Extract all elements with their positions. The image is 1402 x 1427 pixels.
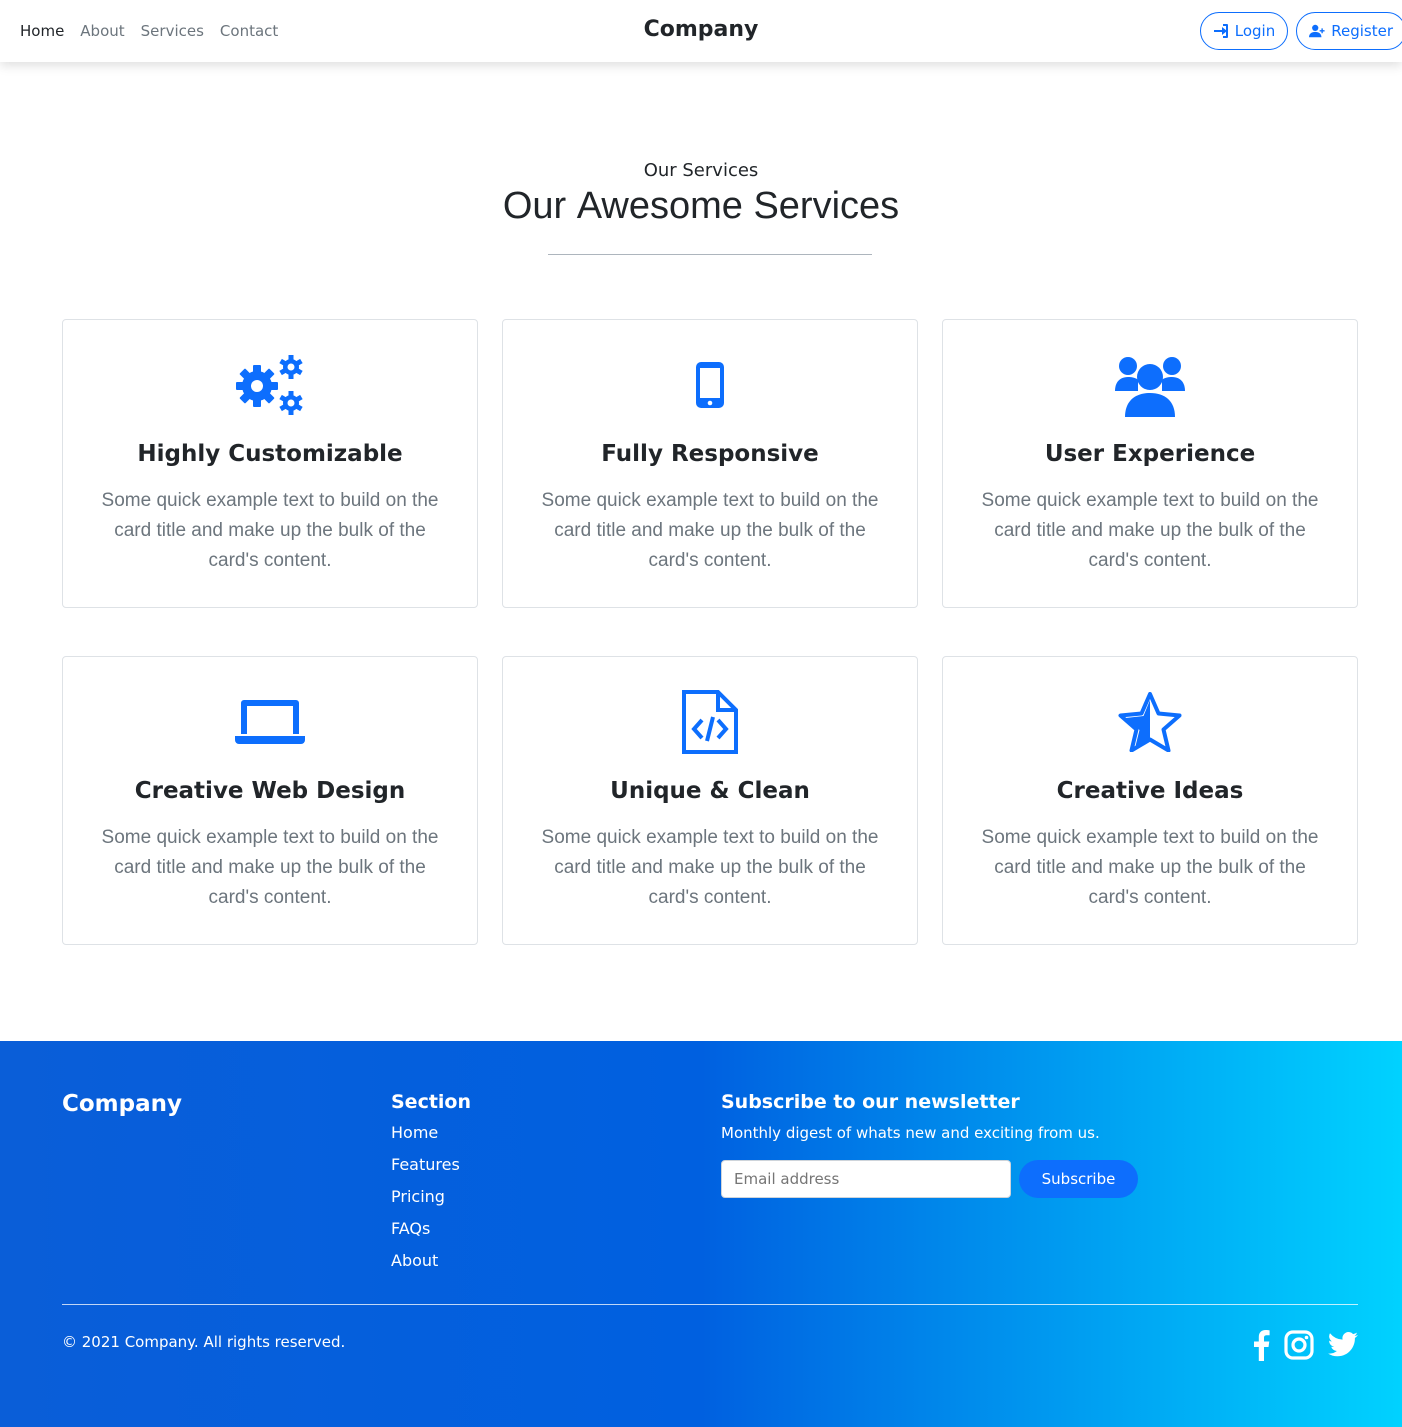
navbar-brand[interactable]: Company xyxy=(0,17,1402,42)
user-plus-icon xyxy=(1309,24,1325,38)
newsletter-text: Monthly digest of whats new and exciting… xyxy=(721,1124,1100,1142)
navbar: Home About Services Contact Company Logi… xyxy=(0,0,1402,62)
auth-buttons: Login Register xyxy=(1199,12,1402,50)
email-field[interactable] xyxy=(721,1160,1011,1198)
services-title: Our Awesome Services xyxy=(0,185,1402,228)
service-card-user-experience: User Experience Some quick example text … xyxy=(942,319,1358,608)
card-text: Some quick example text to build on the … xyxy=(101,490,439,571)
file-code-icon xyxy=(682,690,738,754)
register-button[interactable]: Register xyxy=(1296,12,1402,50)
footer-divider xyxy=(62,1304,1358,1305)
footer-link-features[interactable]: Features xyxy=(391,1153,460,1185)
facebook-icon[interactable] xyxy=(1252,1329,1270,1361)
newsletter-title: Subscribe to our newsletter xyxy=(721,1091,1020,1113)
service-card-web-design: Creative Web Design Some quick example t… xyxy=(62,656,478,945)
mobile-icon xyxy=(696,362,724,408)
card-text: Some quick example text to build on the … xyxy=(541,490,879,571)
card-title: Unique & Clean xyxy=(610,778,810,804)
login-button[interactable]: Login xyxy=(1199,12,1289,50)
card-title: Highly Customizable xyxy=(137,441,403,467)
instagram-icon[interactable] xyxy=(1284,1330,1314,1360)
services-eyebrow: Our Services xyxy=(643,160,759,181)
twitter-icon[interactable] xyxy=(1328,1332,1358,1358)
social-links xyxy=(1252,1329,1358,1361)
laptop-icon xyxy=(235,700,305,744)
card-text: Some quick example text to build on the … xyxy=(981,490,1319,571)
footer: Company Section Home Features Pricing FA… xyxy=(0,1041,1402,1427)
service-card-unique-clean: Unique & Clean Some quick example text t… xyxy=(502,656,918,945)
service-card-responsive: Fully Responsive Some quick example text… xyxy=(502,319,918,608)
card-text: Some quick example text to build on the … xyxy=(981,827,1319,908)
subscribe-button[interactable]: Subscribe xyxy=(1019,1160,1138,1198)
title-pre: Our xyxy=(502,185,577,227)
card-text: Some quick example text to build on the … xyxy=(541,827,879,908)
users-icon xyxy=(1115,357,1185,417)
copyright-text: © 2021 Company. All rights reserved. xyxy=(62,1333,346,1351)
footer-link-home[interactable]: Home xyxy=(391,1121,460,1153)
title-strong: Awesome xyxy=(576,185,743,227)
footer-links: Home Features Pricing FAQs About xyxy=(391,1121,460,1281)
card-title: Creative Web Design xyxy=(134,778,406,804)
heading-divider xyxy=(548,254,872,255)
card-text: Some quick example text to build on the … xyxy=(101,827,439,908)
footer-brand[interactable]: Company xyxy=(62,1091,182,1117)
footer-link-pricing[interactable]: Pricing xyxy=(391,1185,460,1217)
footer-link-faqs[interactable]: FAQs xyxy=(391,1217,460,1249)
card-title: User Experience xyxy=(1044,441,1256,467)
gears-icon xyxy=(236,355,303,415)
service-card-creative-ideas: Creative Ideas Some quick example text t… xyxy=(942,656,1358,945)
service-card-customizable: Highly Customizable Some quick example t… xyxy=(62,319,478,608)
title-post: Services xyxy=(742,185,900,227)
sign-in-icon xyxy=(1213,24,1228,38)
card-title: Fully Responsive xyxy=(601,441,819,467)
footer-link-about[interactable]: About xyxy=(391,1249,460,1281)
register-label: Register xyxy=(1331,22,1393,40)
footer-section-title: Section xyxy=(391,1091,472,1113)
card-title: Creative Ideas xyxy=(1056,778,1244,804)
login-label: Login xyxy=(1234,22,1276,40)
star-icon xyxy=(1118,692,1182,752)
services-heading: Our Services Our Awesome Services xyxy=(0,160,1402,228)
